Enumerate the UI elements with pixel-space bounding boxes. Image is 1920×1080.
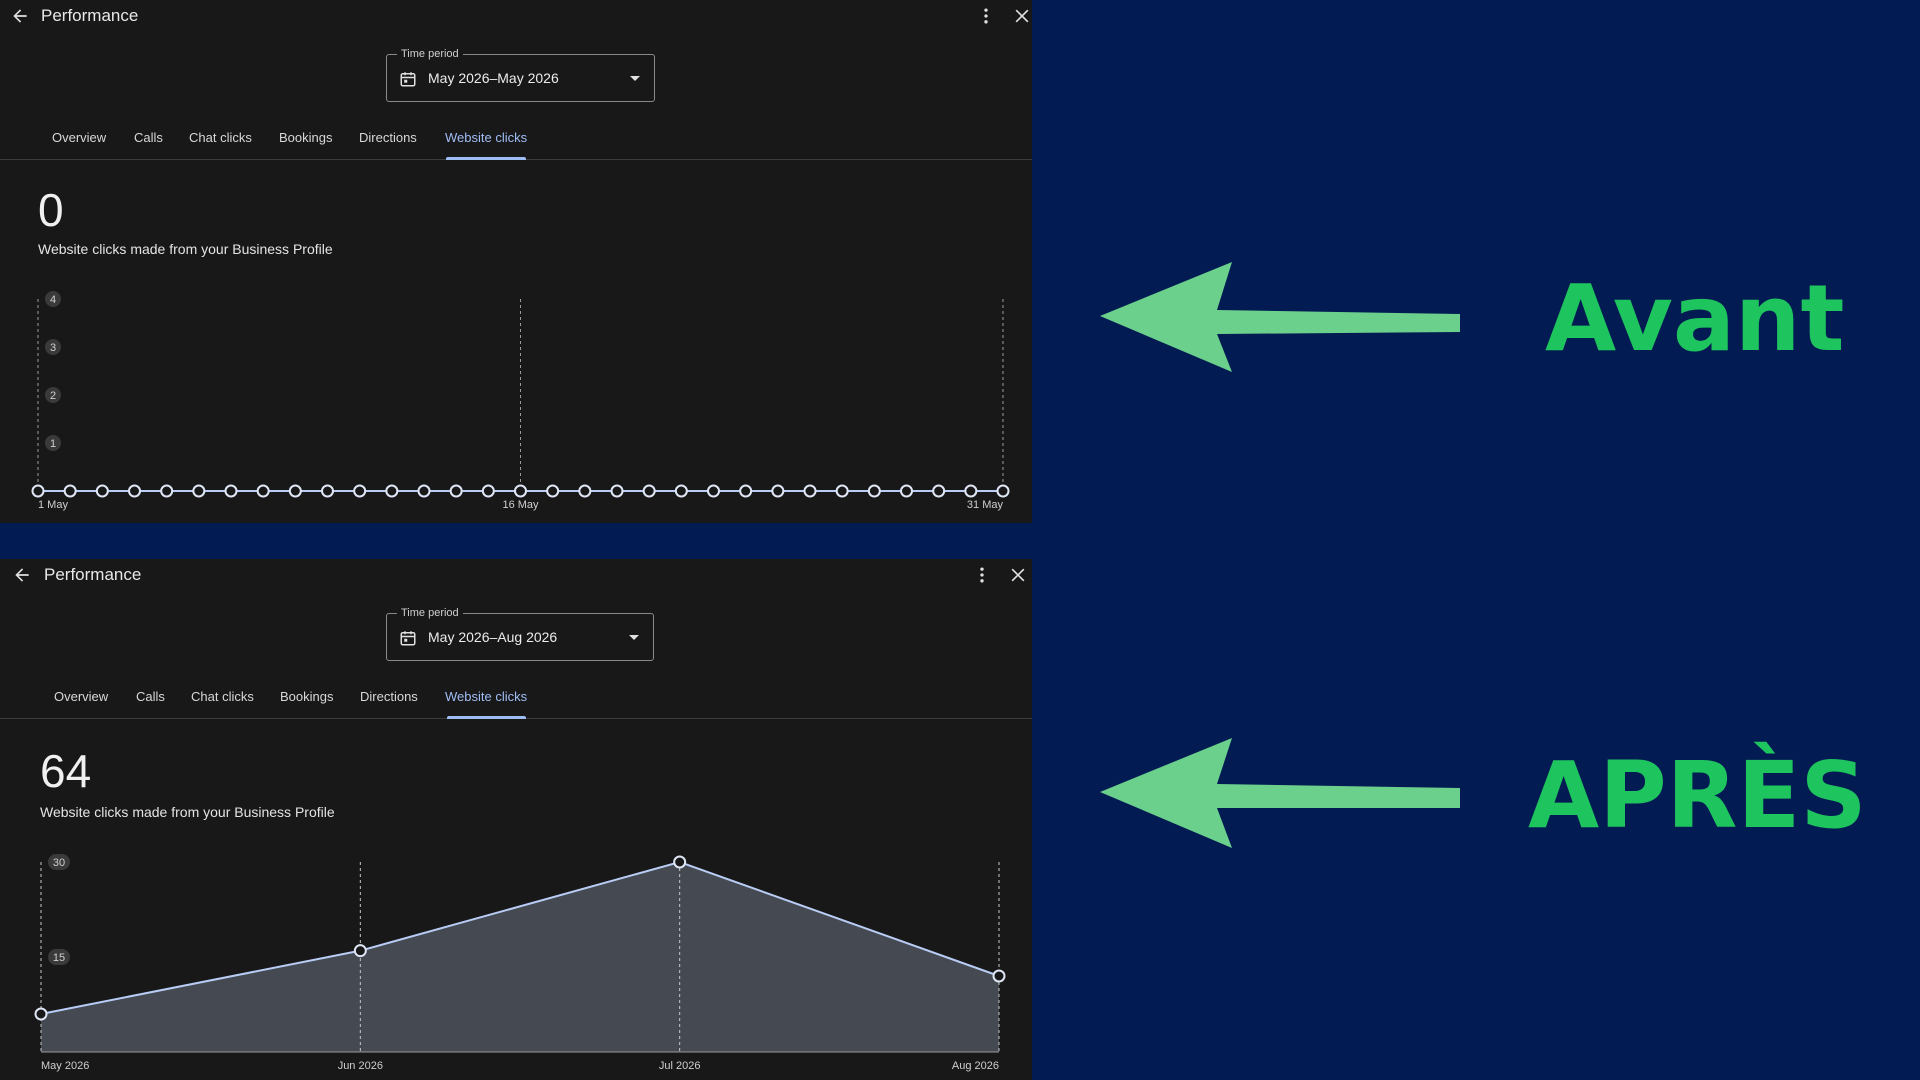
data-point [964, 484, 978, 498]
data-point [224, 484, 238, 498]
data-point [481, 484, 495, 498]
data-point [992, 969, 1006, 983]
label-after: APRÈS [1528, 742, 1867, 849]
data-point [321, 484, 334, 498]
data-point [674, 484, 688, 498]
y-tick-label: 15 [53, 952, 65, 964]
data-point [95, 484, 109, 498]
data-point [514, 484, 527, 498]
y-tick-label: 1 [50, 438, 56, 450]
data-point [353, 944, 367, 958]
data-point [63, 484, 77, 498]
x-tick-label: Jun 2026 [338, 1060, 383, 1072]
x-tick-label: May 2026 [41, 1060, 89, 1072]
data-point [31, 484, 45, 498]
x-tick-label: Jul 2026 [659, 1060, 701, 1072]
y-tick-label: 3 [50, 342, 56, 354]
data-point [739, 484, 753, 498]
performance-panel-after: Performance Time period May 2026–Aug 202… [0, 559, 1032, 1080]
data-point [192, 484, 206, 498]
data-point [256, 484, 270, 498]
data-point [900, 484, 913, 498]
x-tick-label: 31 May [967, 499, 1004, 511]
data-point [160, 484, 174, 498]
x-tick-label: 16 May [502, 499, 539, 511]
data-point [803, 484, 817, 498]
data-point [610, 484, 624, 498]
y-tick-label: 4 [50, 294, 56, 306]
label-before: Avant [1545, 265, 1845, 372]
data-point [449, 484, 463, 498]
y-tick-label: 2 [50, 390, 56, 402]
data-point [867, 484, 881, 498]
data-point [288, 484, 302, 498]
data-point [417, 484, 431, 498]
data-point [353, 484, 367, 498]
x-tick-label: Aug 2026 [952, 1060, 999, 1072]
x-tick-label: 1 May [38, 499, 68, 511]
data-point [128, 484, 141, 498]
data-point [932, 484, 946, 498]
data-point [771, 484, 785, 498]
left-arrow-icon [1100, 262, 1460, 372]
website-clicks-chart: 4 3 2 1 1 May 16 May 31 May [31, 291, 1010, 511]
website-clicks-chart: 30 15 May 2026 Jun 2026 Jul 2026 Aug 2026 [34, 854, 1006, 1072]
performance-panel-before: Performance Time period May 2026–May 202… [0, 0, 1032, 523]
series-area [41, 862, 999, 1052]
data-point [34, 1007, 48, 1021]
data-point [642, 484, 656, 498]
data-point [996, 484, 1010, 498]
data-point [578, 484, 592, 498]
data-point [707, 484, 720, 498]
data-point [546, 484, 560, 498]
y-tick-label: 30 [53, 857, 65, 869]
left-arrow-icon [1100, 738, 1460, 848]
data-point [835, 484, 849, 498]
data-point [673, 855, 687, 869]
data-point [385, 484, 399, 498]
